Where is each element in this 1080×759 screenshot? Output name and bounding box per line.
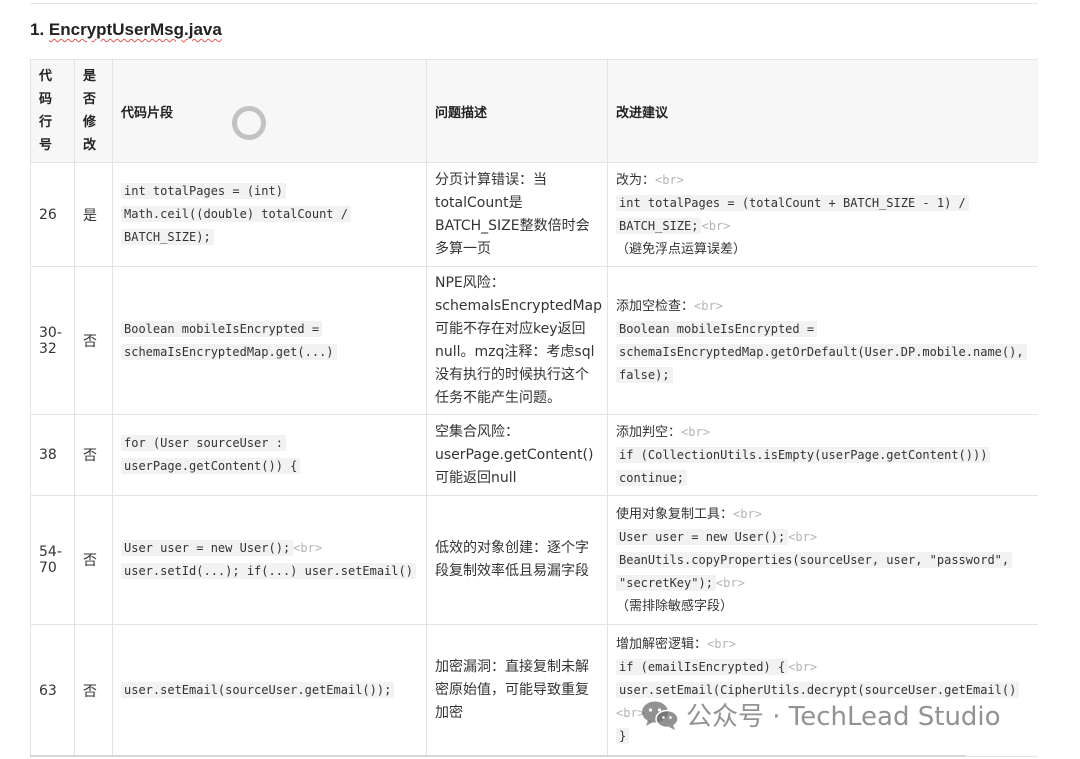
table-row: 30-32 否 Boolean mobileIsEncrypted = sche… bbox=[30, 266, 1038, 415]
suggestion-cell: 增加解密逻辑：<br> if (emailIsEncrypted) {<br> us… bbox=[607, 624, 1038, 757]
problem-text: 分页计算错误：当totalCount是BATCH_SIZE整数倍时会多算一页 bbox=[435, 171, 590, 257]
line-number-cell: 63 bbox=[30, 624, 75, 757]
br-tag: <br> bbox=[733, 506, 762, 521]
suggestion-text: 使用对象复制工具： bbox=[616, 506, 734, 522]
code-snippet: user.setId(...); if(...) user.setEmail() bbox=[121, 563, 416, 579]
suggestion-text: （避免浮点运算误差） bbox=[616, 241, 747, 257]
code-snippet: continue; bbox=[616, 469, 688, 486]
line-number-cell: 30-32 bbox=[30, 266, 75, 415]
snippet-cell: int totalPages = (int) Math.ceil((double… bbox=[112, 162, 427, 267]
code-snippet: Boolean mobileIsEncrypted = schemaIsEncr… bbox=[121, 320, 337, 360]
suggestion-text: 改为： bbox=[616, 172, 656, 188]
problem-text: NPE风险：schemaIsEncryptedMap可能不存在对应key返回nu… bbox=[435, 274, 602, 406]
top-divider bbox=[30, 3, 1038, 4]
suggestion-text: （需排除敏感字段） bbox=[616, 598, 734, 614]
watermark-text: 公众号 · TechLead Studio bbox=[686, 702, 1001, 732]
col-header-problem: 问题描述 bbox=[426, 59, 608, 163]
problem-cell: 空集合风险：userPage.getContent()可能返回null bbox=[426, 414, 608, 496]
br-tag: <br> bbox=[293, 541, 323, 555]
loading-ring-icon bbox=[232, 106, 266, 140]
br-tag: <br> bbox=[707, 637, 736, 651]
code-snippet: user.setEmail(sourceUser.getEmail()); bbox=[121, 682, 395, 698]
modified-cell: 否 bbox=[74, 624, 113, 757]
modified-cell: 否 bbox=[74, 266, 113, 415]
review-table-container[interactable]: 代码行号 是否修改 代码片段 问题描述 改进建议 26 是 int totalP… bbox=[30, 59, 1038, 759]
br-tag: <br> bbox=[788, 660, 818, 674]
review-table: 代码行号 是否修改 代码片段 问题描述 改进建议 26 是 int totalP… bbox=[30, 59, 1038, 757]
snippet-cell: Boolean mobileIsEncrypted = schemaIsEncr… bbox=[112, 266, 427, 415]
code-snippet: Boolean mobileIsEncrypted = bbox=[616, 320, 818, 337]
suggestion-cell: 改为：<br> int totalPages = (totalCount + BA… bbox=[607, 162, 1038, 267]
col-header-line-number: 代码行号 bbox=[30, 59, 75, 163]
heading-filename: EncryptUserMsg.java bbox=[48, 20, 222, 39]
snippet-cell: user.setEmail(sourceUser.getEmail()); bbox=[112, 624, 427, 757]
line-number-cell: 26 bbox=[30, 162, 75, 267]
table-row: 38 否 for (User sourceUser : userPage.get… bbox=[30, 414, 1038, 496]
br-tag: <br> bbox=[701, 218, 731, 233]
line-number-cell: 54-70 bbox=[30, 495, 75, 625]
code-snippet: false); bbox=[616, 366, 673, 383]
code-snippet: schemaIsEncryptedMap.getOrDefault(User.D… bbox=[616, 343, 1027, 360]
modified-cell: 是 bbox=[74, 162, 113, 267]
code-snippet: if (emailIsEncrypted) { bbox=[616, 659, 789, 675]
file-heading: 1. EncryptUserMsg.java bbox=[30, 20, 222, 40]
br-tag: <br> bbox=[694, 298, 723, 313]
problem-text: 低效的对象创建：逐个字段复制效率低且易漏字段 bbox=[435, 540, 589, 579]
heading-number: 1. bbox=[30, 20, 45, 39]
problem-cell: 加密漏洞：直接复制未解密原始值，可能导致重复加密 bbox=[426, 624, 608, 757]
bottom-divider bbox=[30, 755, 966, 757]
table-row: 26 是 int totalPages = (int) Math.ceil((d… bbox=[30, 162, 1038, 267]
suggestion-cell: 添加空检查：<br> Boolean mobileIsEncrypted = sch… bbox=[607, 266, 1038, 415]
code-snippet: for (User sourceUser : userPage.getConte… bbox=[121, 435, 301, 474]
table-row: 54-70 否 User user = new User(); <br> user… bbox=[30, 495, 1038, 625]
col-header-suggestion: 改进建议 bbox=[607, 59, 1038, 163]
modified-cell: 否 bbox=[74, 414, 113, 496]
problem-text: 空集合风险：userPage.getContent()可能返回null bbox=[435, 423, 594, 486]
code-snippet: User user = new User(); bbox=[616, 528, 789, 545]
suggestion-text: 添加判空： bbox=[616, 424, 682, 440]
table-header-row: 代码行号 是否修改 代码片段 问题描述 改进建议 bbox=[30, 59, 1038, 163]
problem-text: 加密漏洞：直接复制未解密原始值，可能导致重复加密 bbox=[435, 659, 589, 721]
modified-cell: 否 bbox=[74, 495, 113, 625]
code-snippet: int totalPages = (int) Math.ceil((double… bbox=[121, 183, 351, 245]
br-tag: <br> bbox=[681, 424, 710, 439]
problem-cell: 低效的对象创建：逐个字段复制效率低且易漏字段 bbox=[426, 495, 608, 625]
table-row: 63 否 user.setEmail(sourceUser.getEmail()… bbox=[30, 624, 1038, 757]
br-tag: <br> bbox=[788, 529, 818, 544]
code-snippet: BeanUtils.copyProperties(sourceUser, use… bbox=[616, 551, 1013, 568]
suggestion-text: 添加空检查： bbox=[616, 298, 695, 314]
problem-cell: 分页计算错误：当totalCount是BATCH_SIZE整数倍时会多算一页 bbox=[426, 162, 608, 267]
code-snippet: } bbox=[616, 728, 630, 744]
wechat-icon bbox=[642, 701, 679, 730]
code-snippet: "secretKey"); bbox=[616, 574, 716, 591]
suggestion-cell: 添加判空：<br> if (CollectionUtils.isEmpty(use… bbox=[607, 414, 1038, 496]
suggestion-cell: 使用对象复制工具：<br> User user = new User(); <br>… bbox=[607, 495, 1038, 625]
problem-cell: NPE风险：schemaIsEncryptedMap可能不存在对应key返回nu… bbox=[426, 266, 608, 415]
suggestion-text: 增加解密逻辑： bbox=[616, 637, 708, 652]
code-snippet: BATCH_SIZE; bbox=[616, 217, 702, 234]
code-snippet: if (CollectionUtils.isEmpty(userPage.get… bbox=[616, 446, 991, 463]
code-snippet: int totalPages = (totalCount + BATCH_SIZ… bbox=[616, 194, 969, 211]
snippet-cell: for (User sourceUser : userPage.getConte… bbox=[112, 414, 427, 496]
watermark: 公众号 · TechLead Studio bbox=[640, 696, 1001, 733]
snippet-cell: User user = new User(); <br> user.setId(.… bbox=[112, 495, 427, 625]
col-header-modified: 是否修改 bbox=[74, 59, 113, 163]
br-tag: <br> bbox=[655, 172, 684, 187]
code-snippet: User user = new User(); bbox=[121, 540, 294, 556]
col-header-snippet: 代码片段 bbox=[112, 59, 427, 163]
line-number-cell: 38 bbox=[30, 414, 75, 496]
br-tag: <br> bbox=[715, 575, 745, 590]
